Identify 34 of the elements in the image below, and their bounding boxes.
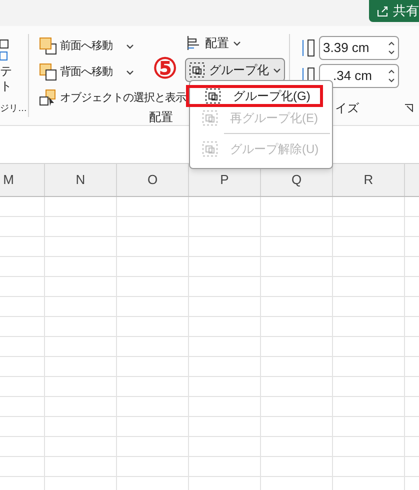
group-icon	[189, 62, 205, 78]
gallery-label-text: ト	[0, 79, 12, 94]
annotation-number: ⑤	[152, 54, 178, 84]
size-field[interactable]: 3.39 cm	[319, 36, 399, 60]
height-icon	[300, 39, 316, 57]
caret-icon	[273, 68, 281, 72]
caret-icon	[233, 40, 241, 46]
group-label: イズ	[335, 100, 359, 117]
gallery-label-text: テ	[0, 64, 12, 79]
menu-item[interactable]: グループ化(G)	[186, 85, 323, 107]
group-label: 配置	[149, 109, 173, 126]
group-icon	[202, 110, 218, 126]
group-icon	[205, 88, 221, 104]
selection-pane-icon	[39, 89, 57, 107]
bring-forward-icon	[39, 37, 57, 55]
spinner-icon	[388, 69, 395, 83]
align-button[interactable]: 配置	[185, 34, 285, 52]
size-field[interactable]: .34 cm	[319, 64, 399, 88]
group-label: ジリ…	[0, 102, 27, 114]
share-button[interactable]: 共有	[369, 0, 419, 22]
ribbon-command[interactable]: 背面へ移動	[39, 62, 134, 82]
ribbon-command[interactable]: 前面へ移動	[39, 36, 134, 56]
column-header[interactable]: O	[117, 164, 189, 196]
ribbon-command[interactable]: オブジェクトの選択と表示	[39, 88, 186, 108]
send-backward-icon	[39, 63, 57, 81]
column-header[interactable]: M	[0, 164, 45, 196]
share-icon	[377, 5, 389, 17]
spinner-icon	[388, 41, 395, 55]
align-icon	[187, 36, 201, 50]
group-icon	[202, 141, 218, 157]
dialog-launcher-icon	[405, 104, 413, 112]
group-button[interactable]: グループ化	[185, 58, 285, 82]
column-header[interactable]: N	[45, 164, 117, 196]
column-header[interactable]: R	[333, 164, 405, 196]
